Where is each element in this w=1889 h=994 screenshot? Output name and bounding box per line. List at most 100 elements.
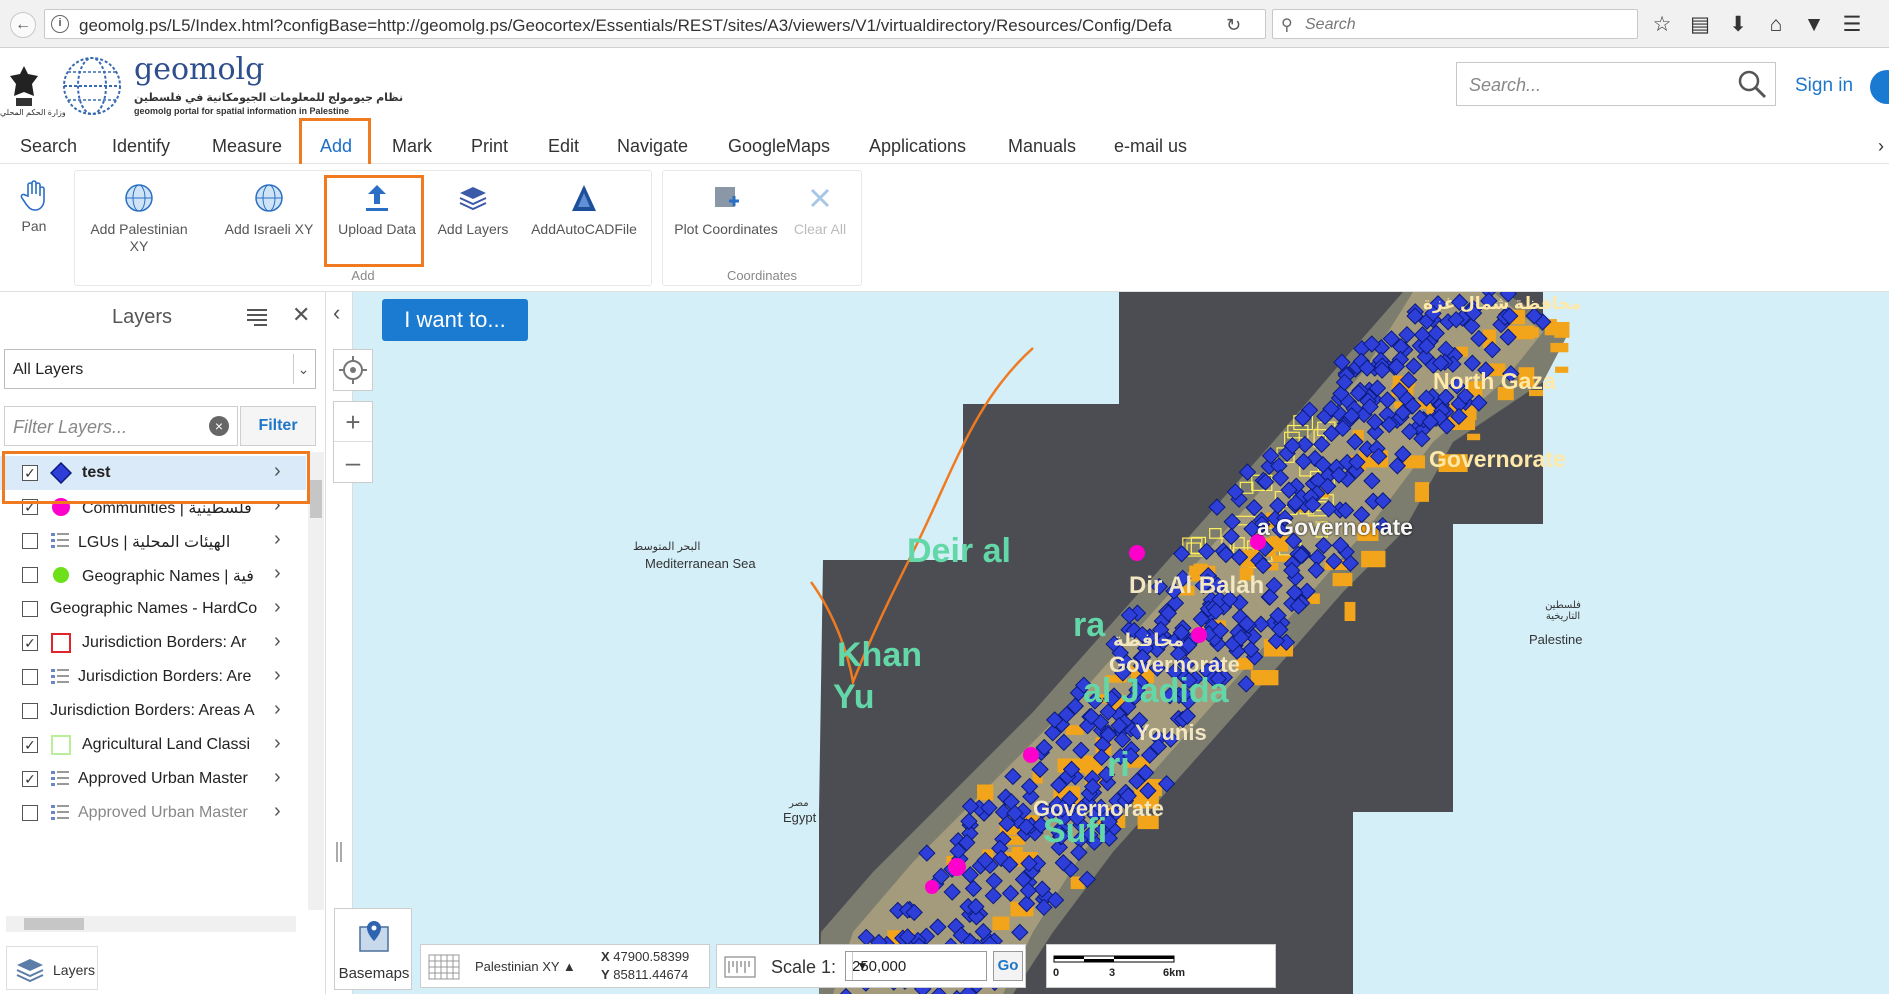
download-icon[interactable]: ⬇	[1726, 13, 1750, 37]
layer-visibility-checkbox[interactable]: ✓	[22, 635, 38, 651]
layer-row[interactable]: Geographic Names | فية ›	[0, 558, 306, 592]
back-icon[interactable]: ←	[10, 12, 36, 38]
layer-list-vertical-scrollbar[interactable]	[308, 452, 324, 910]
layer-visibility-checkbox[interactable]	[22, 567, 38, 583]
address-bar[interactable]: i geomolg.ps/L5/Index.html?configBase=ht…	[44, 9, 1266, 39]
chevron-right-icon[interactable]: ›	[274, 664, 281, 687]
map-label-egypt-ar: مصر	[789, 798, 809, 809]
add-layers-label: Add Layers	[437, 221, 509, 237]
panel-collapse-strip: ‹	[327, 292, 353, 994]
pan-button[interactable]: Pan	[14, 178, 54, 235]
scale-ruler-icon	[724, 956, 756, 978]
reload-icon[interactable]: ↻	[1226, 15, 1241, 36]
add-palestinian-xy-label: Add Palestinian XY	[90, 221, 188, 254]
chevron-right-icon[interactable]: ›	[274, 766, 281, 789]
i-want-to-button[interactable]: I want to...	[382, 299, 528, 341]
add-autocad-file-button[interactable]: AddAutoCADFile	[529, 181, 639, 238]
chevron-right-icon[interactable]: ›	[274, 528, 281, 551]
close-icon[interactable]: ✕	[292, 302, 310, 328]
overflow-menu-icon[interactable]: ☰	[1840, 13, 1864, 37]
help-icon[interactable]	[1870, 70, 1889, 104]
layers-icon	[16, 959, 44, 983]
layers-tab[interactable]: Layers	[6, 946, 98, 990]
layers-panel-title: Layers	[112, 306, 173, 328]
bookmark-star-icon[interactable]: ☆	[1650, 13, 1674, 37]
coordinates-group-label: Coordinates	[726, 268, 798, 283]
scale-go-button[interactable]: Go	[993, 951, 1023, 981]
add-israeli-xy-button[interactable]: Add Israeli XY	[221, 181, 317, 238]
zoom-out-icon[interactable]: –	[334, 442, 372, 482]
menu-applications[interactable]: Applications	[869, 136, 966, 157]
layer-visibility-checkbox[interactable]	[22, 669, 38, 685]
globe-icon	[255, 184, 283, 212]
layer-list-horizontal-scrollbar[interactable]	[6, 916, 296, 932]
layer-row[interactable]: Jurisdiction Borders: Are ›	[0, 660, 306, 694]
crosshair-icon[interactable]	[334, 350, 372, 390]
layer-visibility-checkbox[interactable]	[22, 601, 38, 617]
chevron-right-icon[interactable]: ›	[274, 596, 281, 619]
resize-grip[interactable]	[336, 842, 342, 862]
menu-identify[interactable]: Identify	[112, 136, 170, 157]
sign-in-link[interactable]: Sign in	[1795, 75, 1853, 97]
layer-name: Jurisdiction Borders: Ar	[82, 634, 247, 651]
zoom-control: + –	[333, 401, 373, 483]
map-label-younis: Younis	[1135, 720, 1207, 745]
ministry-name: وزارة الحكم المحلي	[0, 108, 66, 117]
layer-scope-select[interactable]: All Layers ⌄	[4, 349, 316, 389]
layer-row[interactable]: Jurisdiction Borders: Areas A ›	[0, 694, 306, 728]
basemaps-button[interactable]: Basemaps	[334, 908, 412, 990]
scalebar-tick: 3	[1109, 967, 1116, 979]
menu-googlemaps[interactable]: GoogleMaps	[728, 136, 830, 157]
clear-filter-icon[interactable]: ×	[209, 416, 229, 436]
collapse-panel-icon[interactable]: ‹	[333, 300, 340, 326]
browser-search-box[interactable]: ⚲ Search	[1272, 9, 1638, 39]
filter-button[interactable]: Filter	[240, 406, 316, 446]
chevron-right-icon[interactable]: ›	[274, 630, 281, 653]
menu-edit[interactable]: Edit	[548, 136, 579, 157]
menu-email-us[interactable]: e-mail us	[1114, 136, 1187, 157]
menu-measure[interactable]: Measure	[212, 136, 282, 157]
list-menu-icon[interactable]	[246, 308, 268, 326]
menu-scroll-right-icon[interactable]: ›	[1878, 136, 1884, 157]
chevron-right-icon[interactable]: ›	[274, 800, 281, 823]
scalebar-tick: 6km	[1163, 967, 1186, 979]
map-label-sufi: Sufi	[1043, 812, 1108, 850]
menu-manuals[interactable]: Manuals	[1008, 136, 1076, 157]
menu-search[interactable]: Search	[20, 136, 77, 157]
layer-row[interactable]: Approved Urban Master ›	[0, 796, 306, 830]
home-icon[interactable]: ⌂	[1764, 13, 1788, 37]
layer-row[interactable]: LGUs | الهيئات المحلية ›	[0, 524, 306, 558]
zoom-in-icon[interactable]: +	[334, 402, 372, 442]
layer-visibility-checkbox[interactable]: ✓	[22, 737, 38, 753]
layer-row[interactable]: ✓ Jurisdiction Borders: Ar ›	[0, 626, 306, 660]
filter-layers-input[interactable]: Filter Layers... ×	[4, 406, 238, 446]
search-icon[interactable]	[1737, 69, 1767, 99]
projection-select[interactable]: Palestinian XY ▲	[475, 959, 576, 974]
chevron-right-icon[interactable]: ›	[274, 698, 281, 721]
layer-row[interactable]: ✓ Approved Urban Master ›	[0, 762, 306, 796]
add-layers-button[interactable]: Add Layers	[431, 181, 515, 238]
pocket-icon[interactable]: ▼	[1802, 13, 1826, 37]
layer-visibility-checkbox[interactable]	[22, 533, 38, 549]
layer-visibility-checkbox[interactable]: ✓	[22, 771, 38, 787]
menu-print[interactable]: Print	[471, 136, 508, 157]
scale-select[interactable]: 250,000 ▼	[845, 951, 987, 981]
map-label-dir-al-balah: Dir Al Balah	[1129, 572, 1265, 599]
menu-mark[interactable]: Mark	[392, 136, 432, 157]
coord-y-value: 85811.44674	[613, 967, 689, 982]
menu-navigate[interactable]: Navigate	[617, 136, 688, 157]
layer-visibility-checkbox[interactable]	[22, 805, 38, 821]
layer-row[interactable]: Geographic Names - HardCo ›	[0, 592, 306, 626]
info-icon[interactable]: i	[51, 15, 69, 33]
clear-all-button[interactable]: Clear All	[789, 181, 851, 238]
add-palestinian-xy-button[interactable]: Add Palestinian XY	[87, 181, 191, 255]
map-view[interactable]: البحر المتوسط Mediterranean Sea محافظة ش…	[353, 292, 1889, 994]
chevron-right-icon[interactable]: ›	[274, 732, 281, 755]
chevron-right-icon[interactable]: ›	[274, 562, 281, 585]
reading-list-icon[interactable]: ▤	[1688, 13, 1712, 37]
globe-icon	[125, 184, 153, 212]
layer-row[interactable]: ✓ Agricultural Land Classi ›	[0, 728, 306, 762]
layer-visibility-checkbox[interactable]	[22, 703, 38, 719]
site-search-input[interactable]: Search...	[1456, 62, 1776, 106]
plot-coordinates-button[interactable]: Plot Coordinates	[671, 181, 781, 238]
